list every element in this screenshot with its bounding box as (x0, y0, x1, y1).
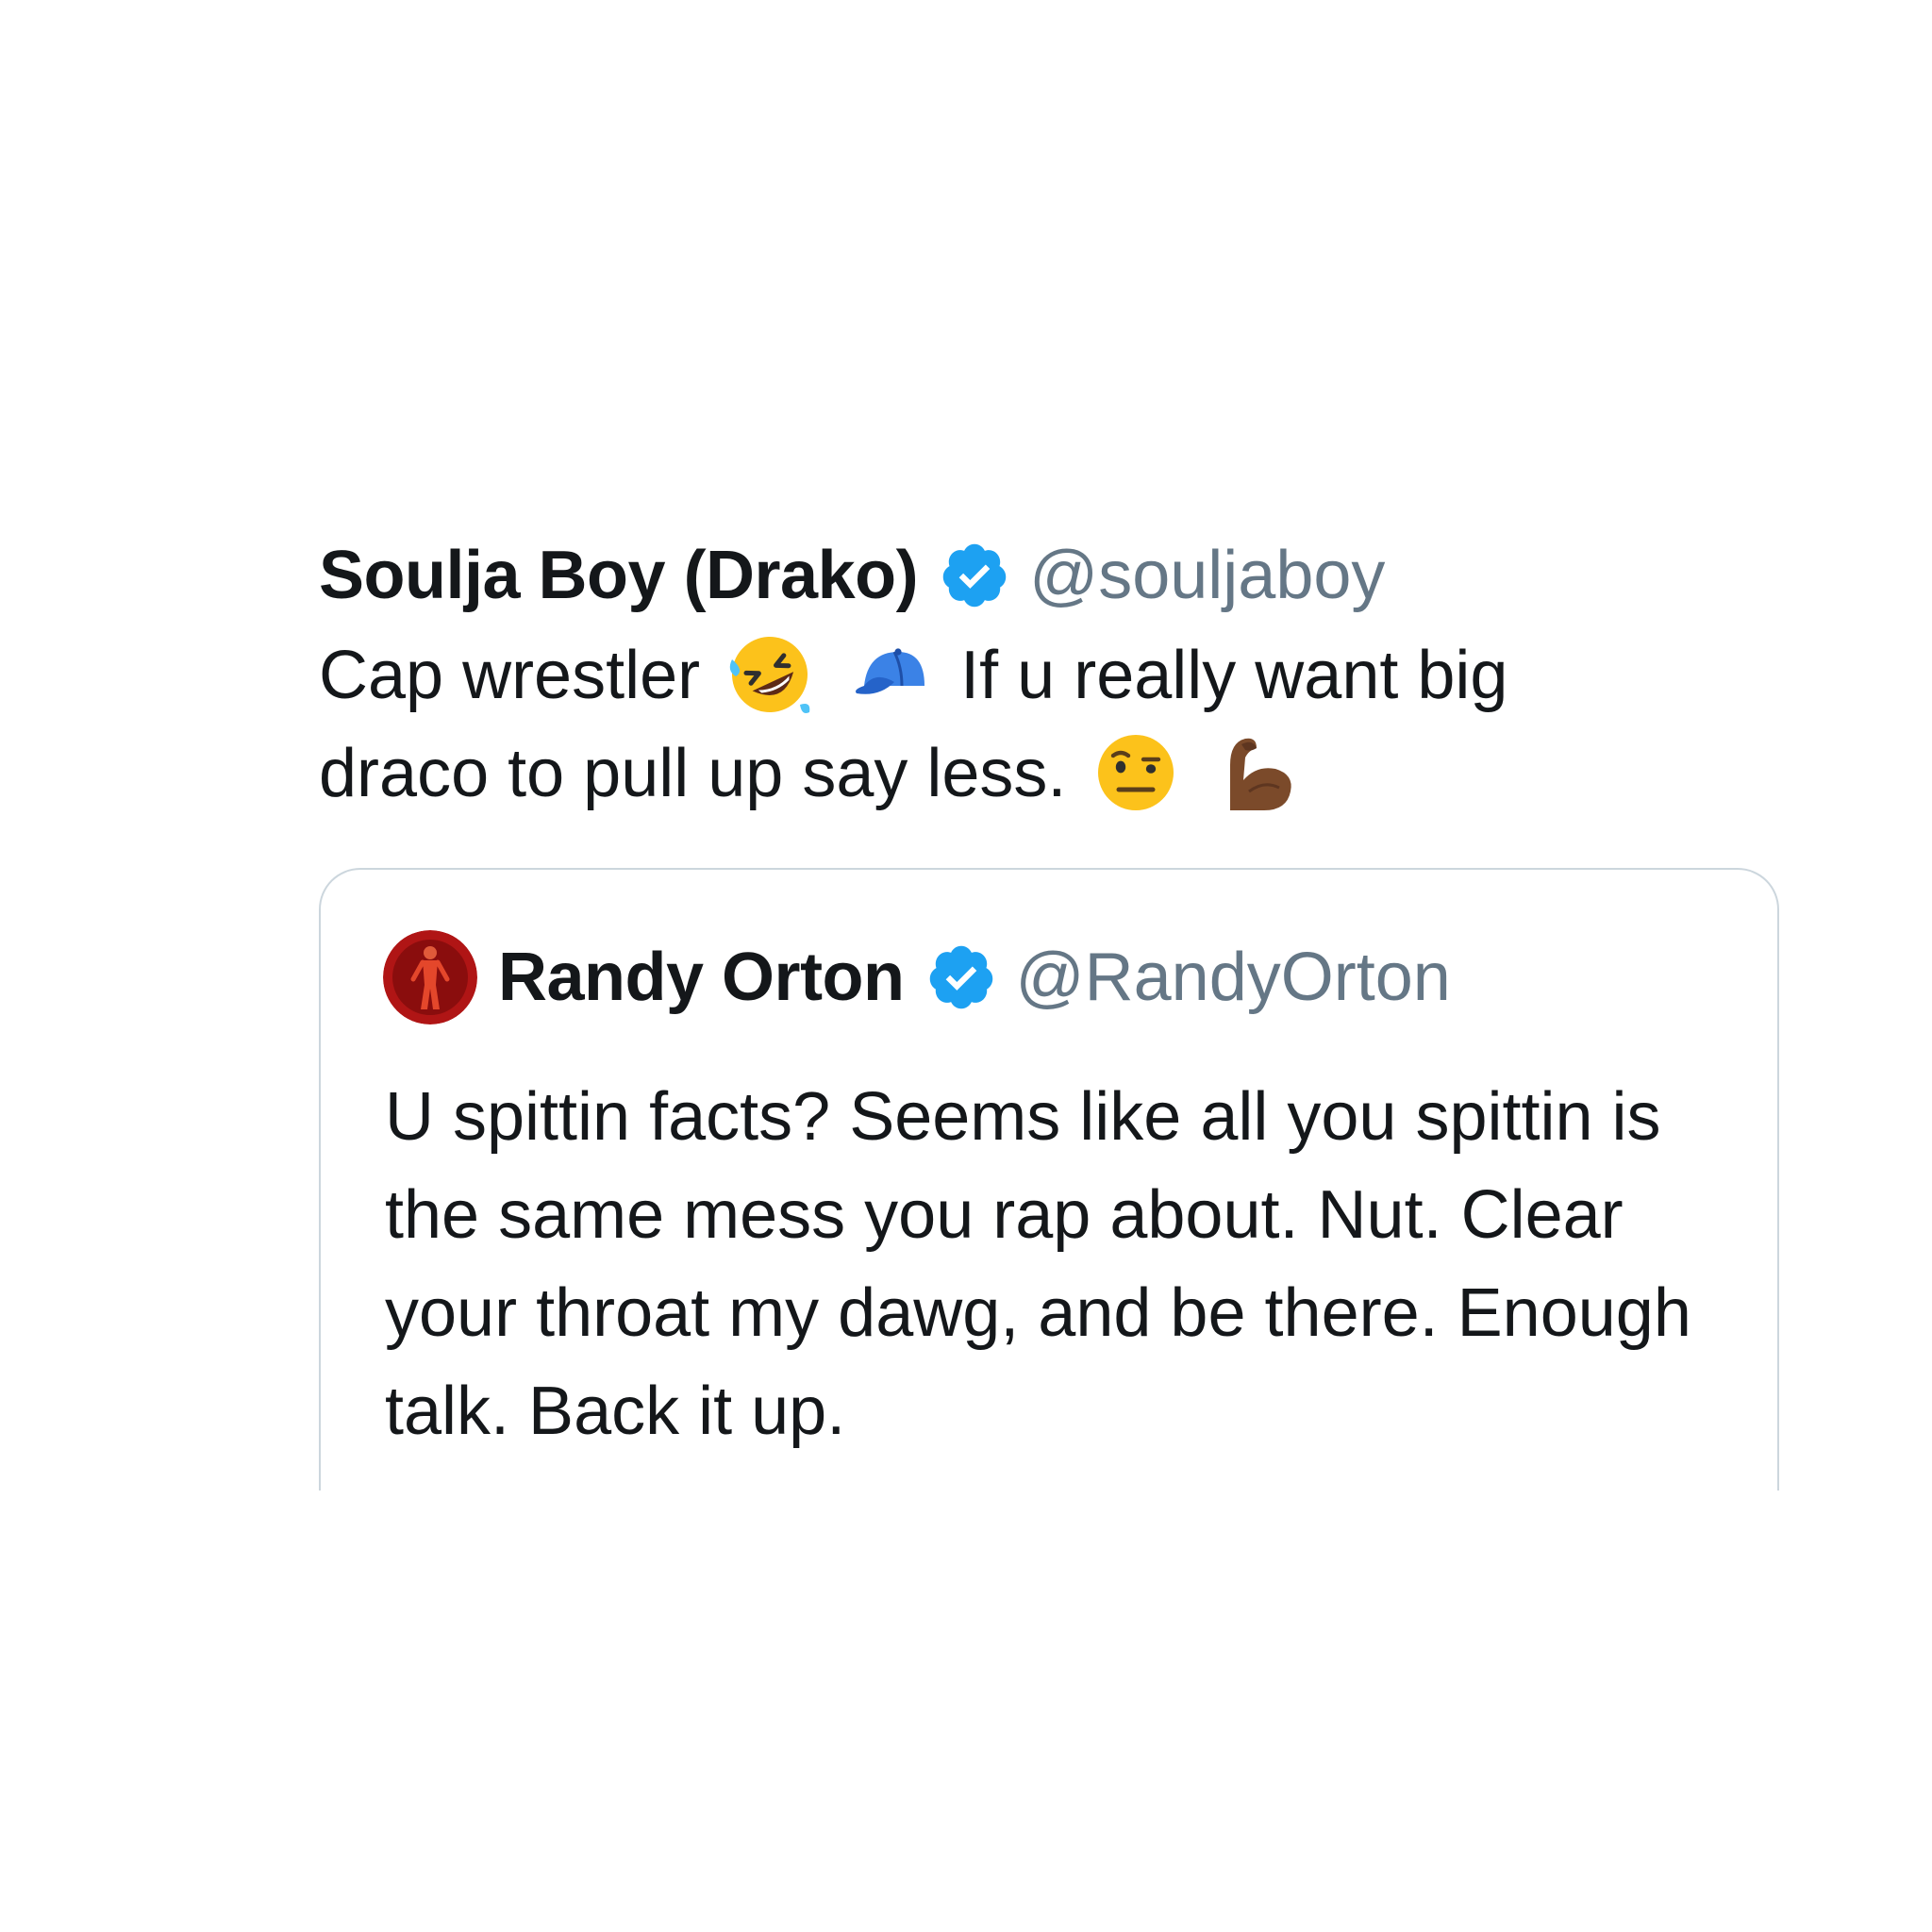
quoted-tweet-header: Randy Orton @RandyOrton (383, 928, 1451, 1026)
billed-cap-icon (845, 629, 936, 720)
display-name[interactable]: Soulja Boy (Drako) (319, 537, 919, 614)
tweet-text: Cap wrestler If u really want big draco … (319, 626, 1668, 823)
quoted-handle[interactable]: @RandyOrton (1016, 939, 1451, 1016)
quoted-tweet-card[interactable]: Randy Orton @RandyOrton U spittin facts?… (319, 868, 1779, 1491)
avatar[interactable] (383, 930, 477, 1024)
tweet-header: Soulja Boy (Drako) @souljaboy (319, 528, 1790, 623)
flexed-biceps-icon (1211, 727, 1302, 818)
face-with-raised-eyebrow-icon (1091, 727, 1181, 818)
quoted-tweet-text: U spittin facts? Seems like all you spit… (385, 1079, 1691, 1449)
verified-badge-icon (939, 540, 1010, 611)
handle[interactable]: @souljaboy (1029, 537, 1385, 614)
verified-badge-icon (925, 941, 997, 1013)
rolling-on-floor-laughing-emoji-icon (724, 629, 815, 720)
tweet-text-part1: Cap wrestler (319, 638, 701, 713)
quoted-display-name[interactable]: Randy Orton (498, 939, 905, 1016)
tweet[interactable]: Soulja Boy (Drako) @souljaboy Cap wrestl… (319, 528, 1790, 823)
